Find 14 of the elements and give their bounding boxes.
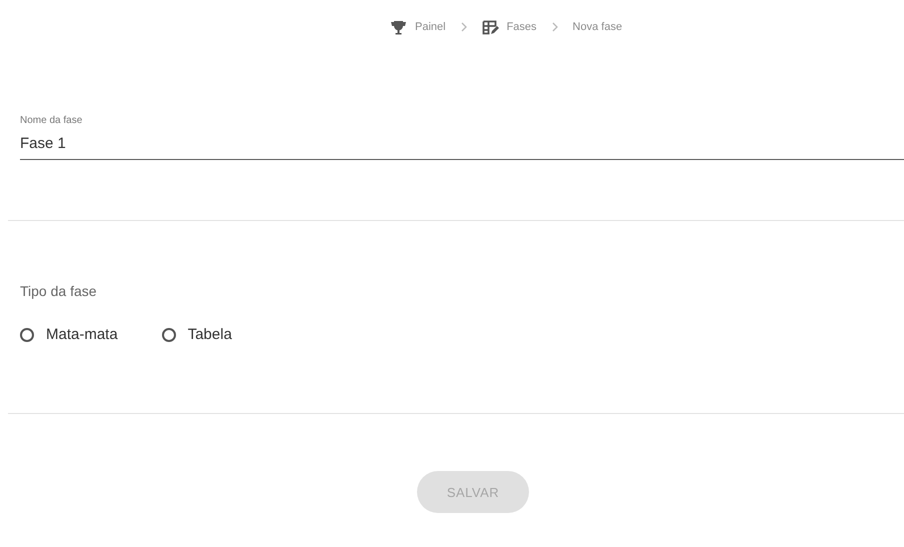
radio-label: Tabela	[188, 326, 232, 343]
trophy-icon	[390, 20, 407, 34]
input-field[interactable]: Fase 1	[20, 131, 904, 160]
breadcrumb-item: Nova fase	[572, 21, 622, 33]
chevron-icon	[550, 22, 559, 32]
radio-option[interactable]: Tabela	[162, 326, 232, 343]
radio-option[interactable]: Mata-mata	[20, 326, 118, 343]
field-label: Nome da fase	[20, 115, 84, 126]
radio-label: Mata-mata	[46, 326, 118, 343]
group-label: Tipo da fase	[20, 283, 98, 299]
chevron-icon	[460, 22, 468, 32]
table-edit-icon	[482, 20, 499, 34]
radio-icon[interactable]	[20, 328, 34, 342]
radio-icon[interactable]	[162, 328, 176, 342]
